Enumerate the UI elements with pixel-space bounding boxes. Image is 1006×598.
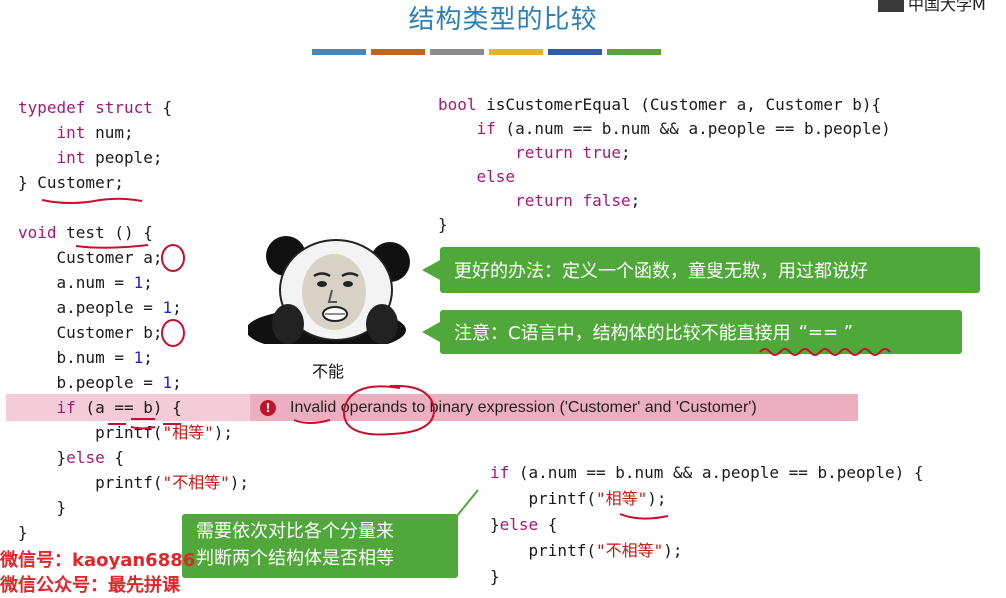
callout-note-suffix: “== ” [798, 321, 854, 343]
error-text-keyword: operands [340, 398, 408, 416]
wechat-watermark: 微信号：kaoyan6886 微信公众号：最先拼课 [0, 548, 195, 598]
callout-better-way-text: 更好的办法：定义一个函数，童叟无欺，用过都说好 [454, 261, 868, 282]
watermark-logo: 中国大学M [878, 0, 1006, 14]
watermark-text: 中国大学M [908, 0, 986, 14]
color-segment [548, 49, 602, 55]
compare-function-code-block: bool isCustomerEqual (Customer a, Custom… [438, 95, 891, 234]
callout-better-way: 更好的办法：定义一个函数，童叟无欺，用过都说好 [422, 247, 980, 293]
meme-caption: 不能 [312, 362, 345, 381]
page-title: 结构类型的比较 [408, 5, 598, 35]
callout-note-emphasis: 不能直接用 [700, 323, 791, 344]
color-segment [312, 49, 366, 55]
color-segment [430, 49, 484, 55]
struct-code-block: typedef struct { int num; int people; } … [18, 98, 250, 542]
callout-field-compare-line2: 判断两个结构体是否相等 [196, 548, 394, 569]
callout-arrow [422, 260, 440, 280]
color-segment [489, 49, 543, 55]
callout-note-prefix: 注意：C语言中，结构体的比较 [454, 323, 701, 344]
wechat-id: 微信号：kaoyan6886 [0, 550, 196, 571]
panda-meme-image [248, 236, 410, 344]
error-text-prefix: Invalid [290, 398, 341, 416]
compiler-error-message: ! Invalid operands to binary expression … [250, 394, 858, 421]
color-segment [371, 49, 425, 55]
title-color-bar [312, 49, 661, 55]
callout-field-compare: 需要依次对比各个分量来 判断两个结构体是否相等 [182, 514, 458, 578]
error-icon: ! [260, 399, 276, 416]
error-text-suffix: to binary expression ('Customer' and 'Cu… [407, 398, 757, 416]
field-compare-code-block: if (a.num == b.num && a.people == b.peop… [490, 463, 924, 586]
callout-note: 注意：C语言中，结构体的比较 不能直接用 “== ” [422, 310, 962, 354]
callout-field-compare-line1: 需要依次对比各个分量来 [196, 521, 394, 542]
wechat-account: 微信公众号：最先拼课 [0, 575, 180, 596]
color-segment [607, 49, 661, 55]
callout-arrow [422, 322, 440, 342]
logo-icon [878, 0, 904, 12]
